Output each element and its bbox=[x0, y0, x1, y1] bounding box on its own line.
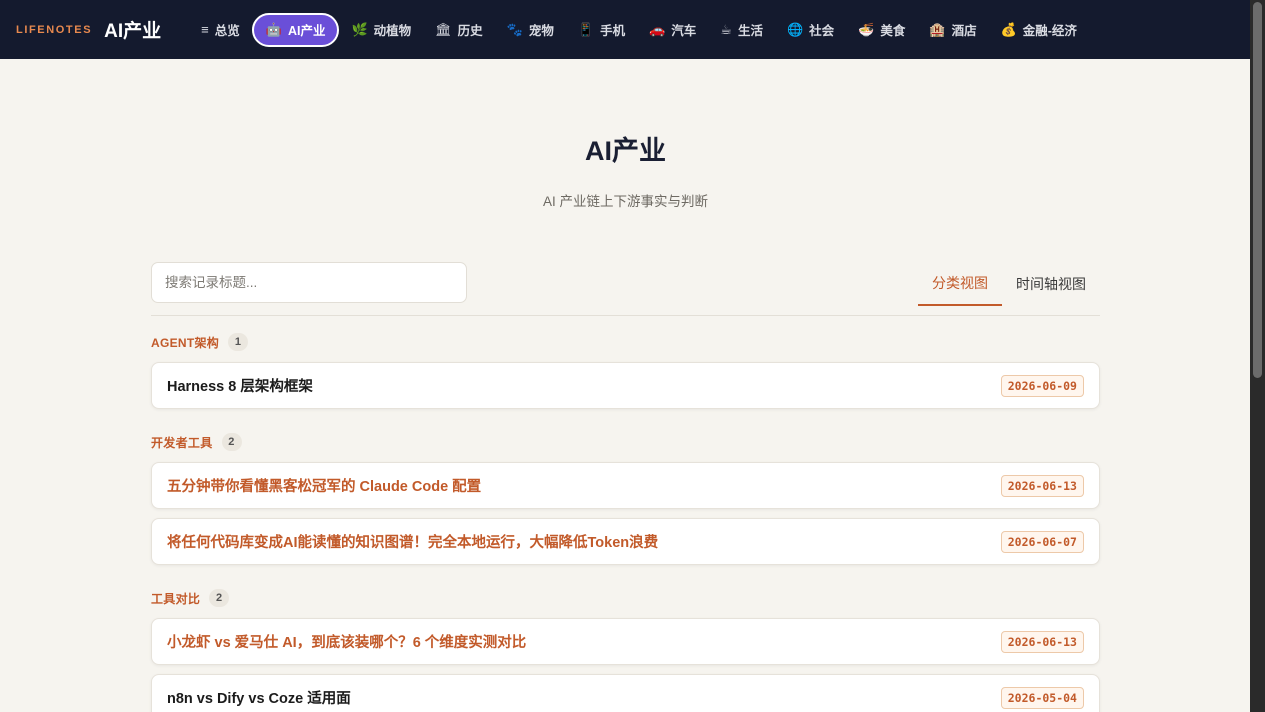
tab-category-view[interactable]: 分类视图 bbox=[918, 262, 1002, 306]
top-nav-bar: LIFENOTES AI产业 ≡ 总览 🤖 AI产业 🌿 动植物 🏛 历史 🐾 宠物 📱 手机 🚗 汽车 ☕… bbox=[0, 0, 1250, 59]
category-count-badge: 2 bbox=[209, 589, 230, 607]
phone-icon: 📱 bbox=[577, 21, 595, 37]
record-card[interactable]: 将任何代码库变成AI能读懂的知识图谱！完全本地运行，大幅降低Token浪费 202… bbox=[151, 518, 1100, 565]
nav-item-label: 美食 bbox=[880, 24, 906, 38]
record-card[interactable]: 五分钟带你看懂黑客松冠军的 Claude Code 配置 2026-06-13 bbox=[151, 462, 1100, 509]
page-subtitle: AI 产业链上下游事实与判断 bbox=[542, 194, 708, 209]
scrollbar-thumb[interactable] bbox=[1253, 2, 1262, 378]
brand-logo[interactable]: LIFENOTES bbox=[16, 24, 92, 36]
hotel-icon: 🏨 bbox=[929, 21, 946, 37]
record-card[interactable]: n8n vs Dify vs Coze 适用面 2026-05-04 bbox=[151, 674, 1100, 712]
category-count-badge: 1 bbox=[228, 333, 249, 351]
menu-icon: ≡ bbox=[201, 22, 209, 37]
nav-item-7[interactable]: ☕ 生活 bbox=[708, 13, 775, 47]
nav-item-label: 宠物 bbox=[528, 24, 554, 38]
nav-item-9[interactable]: 🍜 美食 bbox=[846, 13, 917, 47]
nav-item-label: 金融-经济 bbox=[1022, 24, 1077, 38]
record-date-badge: 2026-06-13 bbox=[1000, 630, 1084, 653]
nav-item-label: 动植物 bbox=[373, 24, 412, 38]
money-bag-icon: 💰 bbox=[1000, 21, 1017, 37]
nav-item-3[interactable]: 🏛 历史 bbox=[423, 13, 495, 47]
record-date-badge: 2026-05-04 bbox=[1000, 686, 1084, 709]
category-list: AGENT架构 1 Harness 8 层架构框架 2026-06-09 开发者工具 2 五… bbox=[151, 333, 1100, 712]
record-title[interactable]: Harness 8 层架构框架 bbox=[167, 375, 313, 396]
nav-item-label: 社会 bbox=[809, 24, 835, 38]
leaf-icon: 🌿 bbox=[351, 21, 368, 37]
search-input[interactable] bbox=[151, 262, 467, 303]
nav-item-1[interactable]: 🤖 AI产业 bbox=[251, 12, 340, 47]
nav-item-label: 生活 bbox=[737, 24, 763, 38]
tab-timeline-view[interactable]: 时间轴视图 bbox=[1002, 262, 1100, 305]
record-date-badge: 2026-06-07 bbox=[1000, 530, 1084, 553]
record-title[interactable]: n8n vs Dify vs Coze 适用面 bbox=[167, 687, 351, 708]
record-title[interactable]: 将任何代码库变成AI能读懂的知识图谱！完全本地运行，大幅降低Token浪费 bbox=[167, 531, 658, 552]
nav-item-label: 总览 bbox=[214, 24, 240, 38]
category-heading: 工具对比 2 bbox=[151, 589, 1100, 607]
record-card[interactable]: 小龙虾 vs 爱马仕 AI，到底该装哪个？6 个维度实测对比 2026-06-13 bbox=[151, 618, 1100, 665]
record-date-badge: 2026-06-13 bbox=[1000, 474, 1084, 497]
car-icon: 🚗 bbox=[649, 21, 666, 37]
museum-icon: 🏛 bbox=[435, 21, 452, 37]
noodle-icon: 🍜 bbox=[858, 21, 875, 37]
record-title[interactable]: 五分钟带你看懂黑客松冠军的 Claude Code 配置 bbox=[167, 475, 481, 496]
main-content: AI产业 AI 产业链上下游事实与判断 分类视图 时间轴视图 AGENT架构 1 H… bbox=[151, 59, 1100, 712]
nav-item-5[interactable]: 📱 手机 bbox=[566, 13, 637, 47]
nav-item-label: AI产业 bbox=[287, 24, 326, 38]
nav-item-8[interactable]: 🌐 社会 bbox=[775, 13, 846, 47]
nav-item-4[interactable]: 🐾 宠物 bbox=[495, 13, 566, 47]
category-name: AGENT架构 bbox=[151, 335, 220, 350]
category-name: 开发者工具 bbox=[151, 435, 213, 450]
category-count-badge: 2 bbox=[221, 433, 242, 451]
paw-icon: 🐾 bbox=[506, 21, 523, 37]
page-title: AI产业 bbox=[585, 136, 666, 166]
nav-item-label: 酒店 bbox=[951, 24, 977, 38]
nav-item-11[interactable]: 💰 金融-经济 bbox=[989, 13, 1089, 47]
nav-item-label: 历史 bbox=[457, 24, 483, 38]
nav-item-label: 手机 bbox=[600, 24, 626, 38]
category-name: 工具对比 bbox=[151, 591, 201, 606]
category-nav: ≡ 总览 🤖 AI产业 🌿 动植物 🏛 历史 🐾 宠物 📱 手机 🚗 汽车 ☕ 生活 🌐 社会 🍜 美食 🏨 酒店 💰 金融-… bbox=[189, 12, 1089, 47]
vertical-scrollbar[interactable] bbox=[1250, 0, 1265, 712]
category-heading: 开发者工具 2 bbox=[151, 433, 1100, 451]
nav-item-label: 汽车 bbox=[671, 24, 697, 38]
nav-item-2[interactable]: 🌿 动植物 bbox=[339, 13, 423, 47]
cup-icon: ☕ bbox=[720, 21, 732, 37]
nav-item-6[interactable]: 🚗 汽车 bbox=[637, 13, 708, 47]
record-card[interactable]: Harness 8 层架构框架 2026-06-09 bbox=[151, 362, 1100, 409]
record-title[interactable]: 小龙虾 vs 爱马仕 AI，到底该装哪个？6 个维度实测对比 bbox=[167, 631, 526, 652]
robot-icon: 🤖 bbox=[265, 21, 282, 37]
nav-item-0[interactable]: ≡ 总览 bbox=[189, 13, 252, 47]
view-tabs: 分类视图 时间轴视图 bbox=[918, 262, 1100, 316]
category-heading: AGENT架构 1 bbox=[151, 333, 1100, 351]
current-section-title: AI产业 bbox=[104, 21, 162, 42]
record-date-badge: 2026-06-09 bbox=[1000, 374, 1084, 397]
nav-item-10[interactable]: 🏨 酒店 bbox=[917, 13, 988, 47]
globe-icon: 🌐 bbox=[786, 21, 804, 37]
controls-row: 分类视图 时间轴视图 bbox=[151, 262, 1100, 316]
